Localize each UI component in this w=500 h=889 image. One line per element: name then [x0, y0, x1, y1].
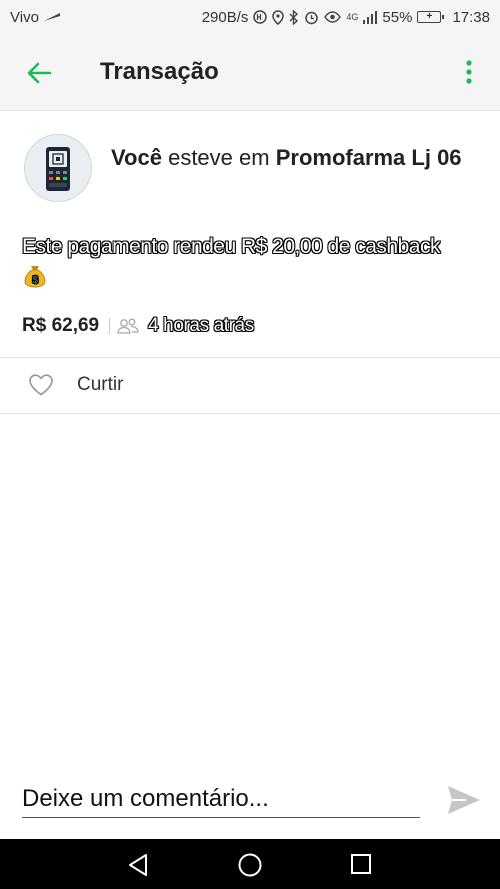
actor-name[interactable]: Você — [111, 145, 162, 170]
transaction-amount: R$ 62,69 — [22, 315, 100, 336]
comment-input[interactable] — [22, 780, 420, 818]
hd-icon — [253, 10, 268, 24]
page-title: Transação — [100, 58, 219, 85]
system-nav-bar — [0, 839, 500, 889]
heart-outline-icon — [29, 374, 53, 396]
battery-icon: + — [417, 11, 445, 23]
merchant-name[interactable]: Promofarma Lj 06 — [276, 145, 462, 170]
like-button[interactable]: Curtir — [0, 358, 500, 413]
card-terminal-icon — [46, 147, 70, 191]
square-recents-icon[interactable] — [350, 853, 372, 875]
people-icon — [117, 318, 139, 334]
meta-divider — [109, 318, 111, 334]
carrier-label: Vivo — [10, 8, 39, 26]
merchant-avatar[interactable] — [24, 134, 92, 202]
clock-time: 17:38 — [452, 8, 490, 26]
eye-icon — [324, 11, 342, 23]
bluetooth-icon — [289, 9, 299, 25]
like-label: Curtir — [77, 374, 124, 395]
status-bar: Vivo 290B/s 4G 55% + 17:38 — [0, 0, 500, 34]
alarm-icon — [305, 11, 319, 24]
signal-bars-icon — [363, 10, 378, 24]
circle-home-icon[interactable] — [237, 852, 263, 878]
network-type-label: 4G — [346, 12, 359, 22]
transaction-title: Você esteve em Promofarma Lj 06 — [111, 143, 481, 172]
battery-percent: 55% — [382, 8, 413, 26]
transaction-message: Este pagamento rendeu R$ 20,00 de cashba… — [22, 232, 462, 297]
more-vert-icon[interactable] — [460, 59, 478, 87]
money-bag-icon: $ — [22, 262, 48, 297]
transaction-verb: esteve em — [168, 145, 270, 170]
divider-bottom — [0, 413, 500, 414]
network-speed: 290B/s — [201, 8, 249, 26]
triangle-back-icon[interactable] — [126, 853, 150, 877]
arrow-left-icon[interactable] — [24, 58, 54, 88]
message-text: Este pagamento rendeu R$ 20,00 de cashba… — [22, 235, 440, 258]
time-ago: 4 horas atrás — [148, 315, 254, 336]
signal-flag-icon — [43, 13, 60, 21]
send-icon[interactable] — [446, 784, 482, 816]
transaction-meta: R$ 62,69 4 horas atrás — [22, 312, 254, 340]
app-bar: Transação — [0, 34, 500, 111]
location-icon — [272, 9, 285, 25]
